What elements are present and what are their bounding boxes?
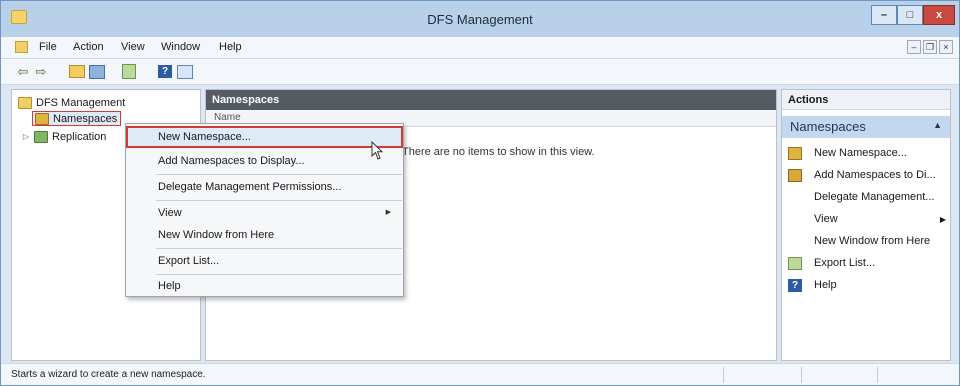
dfs-management-window: DFS Management – □ x File Action View Wi…	[0, 0, 960, 386]
tree-item-label: Replication	[52, 130, 107, 143]
menu-view[interactable]: View	[121, 41, 145, 53]
action-label: View	[814, 213, 838, 225]
actions-section-namespaces[interactable]: Namespaces ▲	[782, 116, 950, 138]
menu-window[interactable]: Window	[161, 41, 200, 53]
context-menu: New Namespace... Add Namespaces to Displ…	[125, 123, 404, 297]
child-minimize-button[interactable]: –	[907, 40, 921, 54]
status-divider	[801, 367, 802, 383]
export-list-icon[interactable]	[121, 64, 137, 79]
mouse-cursor-icon	[371, 141, 384, 160]
window-title: DFS Management	[427, 12, 533, 27]
tree-item-label: Namespaces	[53, 112, 118, 125]
action-delegate-management[interactable]: Delegate Management...	[782, 186, 950, 208]
action-label: Delegate Management...	[814, 191, 935, 203]
export-icon	[788, 256, 802, 270]
title-bar[interactable]: DFS Management – □ x	[1, 1, 959, 37]
actions-header: Actions	[782, 90, 950, 110]
namespaces-icon	[35, 112, 49, 125]
child-restore-button[interactable]: ❐	[923, 40, 937, 54]
action-label: Add Namespaces to Di...	[814, 169, 936, 181]
child-window-controls: – ❐ ×	[907, 40, 953, 54]
menu-file[interactable]: File	[39, 41, 57, 53]
collapse-caret-icon[interactable]: ▲	[933, 120, 942, 130]
action-export-list[interactable]: Export List...	[782, 252, 950, 274]
actions-section-label: Namespaces	[790, 119, 866, 134]
action-view[interactable]: View ▶	[782, 208, 950, 230]
action-label: Help	[814, 279, 837, 291]
add-namespace-icon	[788, 168, 802, 182]
ctx-new-window[interactable]: New Window from Here	[126, 224, 403, 246]
menu-help[interactable]: Help	[219, 41, 242, 53]
status-bar: Starts a wizard to create a new namespac…	[1, 363, 959, 385]
child-close-button[interactable]: ×	[939, 40, 953, 54]
forward-arrow-icon[interactable]: ⇨	[33, 64, 49, 79]
up-folder-icon[interactable]	[69, 64, 85, 79]
action-help[interactable]: ? Help	[782, 274, 950, 296]
status-divider	[877, 367, 878, 383]
expand-chevron-icon[interactable]: ▷	[22, 132, 30, 141]
ctx-delegate-permissions[interactable]: Delegate Management Permissions...	[126, 176, 403, 198]
minimize-button[interactable]: –	[871, 5, 897, 25]
menu-separator	[156, 248, 402, 249]
ctx-new-namespace[interactable]: New Namespace...	[126, 126, 403, 148]
action-pane-icon[interactable]	[177, 64, 193, 79]
ctx-add-namespaces[interactable]: Add Namespaces to Display...	[126, 150, 403, 172]
tree-item-dfs-management[interactable]: DFS Management	[18, 94, 125, 111]
menu-separator	[156, 200, 402, 201]
results-pane-header: Namespaces	[206, 90, 776, 110]
submenu-arrow-icon: ▶	[385, 209, 391, 216]
help-icon[interactable]	[157, 64, 173, 79]
replication-icon	[34, 130, 48, 143]
menu-action[interactable]: Action	[73, 41, 104, 53]
tree-item-label: DFS Management	[36, 96, 126, 109]
dfs-management-icon	[18, 96, 32, 109]
namespaces-selection-highlight: Namespaces	[32, 111, 122, 126]
action-new-namespace[interactable]: New Namespace...	[782, 142, 950, 164]
menu-bar: File Action View Window Help – ❐ ×	[1, 37, 959, 59]
action-new-window[interactable]: New Window from Here	[782, 230, 950, 252]
ctx-view[interactable]: View ▶	[126, 202, 403, 224]
submenu-arrow-icon: ▶	[939, 214, 946, 224]
tree-item-namespaces[interactable]: Namespaces	[32, 110, 122, 127]
action-label: New Window from Here	[814, 235, 931, 247]
namespace-icon	[788, 146, 802, 160]
back-arrow-icon[interactable]: ⇦	[15, 64, 31, 79]
status-divider	[723, 367, 724, 383]
toolbar: ⇦ ⇨	[1, 59, 959, 85]
ctx-help[interactable]: Help	[126, 275, 403, 297]
close-button[interactable]: x	[923, 5, 955, 25]
status-text: Starts a wizard to create a new namespac…	[11, 369, 206, 380]
maximize-button[interactable]: □	[897, 5, 923, 25]
action-add-namespaces[interactable]: Add Namespaces to Di...	[782, 164, 950, 186]
help-icon: ?	[788, 278, 802, 292]
ctx-export-list[interactable]: Export List...	[126, 250, 403, 272]
tree-item-replication[interactable]: ▷ Replication	[22, 128, 106, 145]
menu-separator	[156, 174, 402, 175]
action-label: New Namespace...	[814, 147, 907, 159]
ctx-view-label: View	[158, 207, 182, 219]
console-icon[interactable]	[15, 41, 28, 53]
empty-list-message: There are no items to show in this view.	[402, 146, 595, 158]
actions-pane: Actions Namespaces ▲ New Namespace... Ad…	[781, 89, 951, 361]
show-hide-tree-icon[interactable]	[89, 64, 105, 79]
action-label: Export List...	[814, 257, 876, 269]
